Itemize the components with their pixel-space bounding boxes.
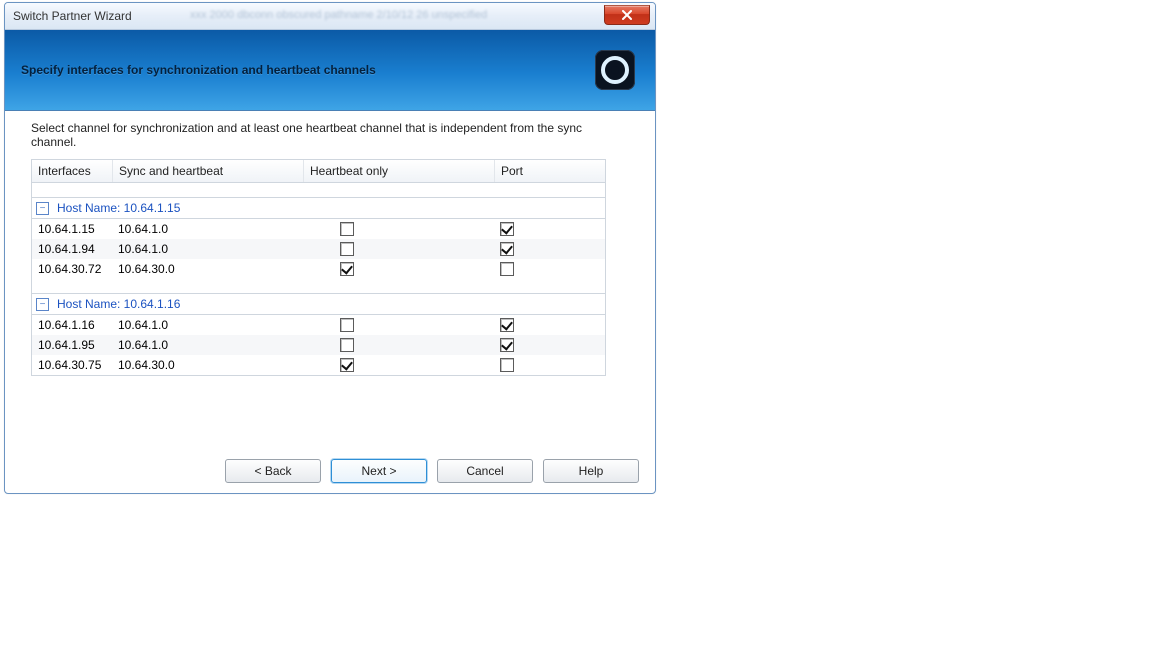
instruction-text: Select channel for synchronization and a… <box>31 121 629 149</box>
cell-port <box>492 335 605 355</box>
cell-interface: 10.64.30.75 <box>32 355 112 375</box>
cell-interface: 10.64.1.94 <box>32 239 112 259</box>
close-icon <box>621 10 633 20</box>
table-row: 10.64.1.16 10.64.1.0 <box>32 315 605 335</box>
content-area: Select channel for synchronization and a… <box>5 111 655 384</box>
header-band: Specify interfaces for synchronization a… <box>5 30 655 111</box>
cell-sync: 10.64.30.0 <box>112 355 302 375</box>
next-button[interactable]: Next > <box>331 459 427 483</box>
heartbeat-checkbox[interactable] <box>340 222 354 236</box>
app-icon <box>595 50 635 90</box>
heartbeat-checkbox[interactable] <box>340 358 354 372</box>
group-header[interactable]: − Host Name: 10.64.1.15 <box>32 197 605 219</box>
wizard-footer: < Back Next > Cancel Help <box>225 459 639 483</box>
help-button[interactable]: Help <box>543 459 639 483</box>
cell-heartbeat <box>302 355 492 375</box>
collapse-icon[interactable]: − <box>36 202 49 215</box>
port-checkbox[interactable] <box>500 242 514 256</box>
titlebar: Switch Partner Wizard xxx 2000 dbconn ob… <box>5 3 655 30</box>
col-port[interactable]: Port <box>495 160 605 182</box>
window-title: Switch Partner Wizard <box>5 9 132 23</box>
page-subtitle: Specify interfaces for synchronization a… <box>21 63 376 77</box>
table-row: 10.64.1.94 10.64.1.0 <box>32 239 605 259</box>
col-interfaces[interactable]: Interfaces <box>32 160 113 182</box>
col-sync[interactable]: Sync and heartbeat <box>113 160 304 182</box>
cell-interface: 10.64.1.95 <box>32 335 112 355</box>
cell-sync: 10.64.30.0 <box>112 259 302 279</box>
col-heartbeat[interactable]: Heartbeat only <box>304 160 495 182</box>
cell-heartbeat <box>302 239 492 259</box>
back-button[interactable]: < Back <box>225 459 321 483</box>
table-row: 10.64.30.72 10.64.30.0 <box>32 259 605 279</box>
cell-interface: 10.64.1.16 <box>32 315 112 335</box>
cell-sync: 10.64.1.0 <box>112 239 302 259</box>
spacer <box>32 279 605 293</box>
cell-interface: 10.64.1.15 <box>32 219 112 239</box>
cancel-button[interactable]: Cancel <box>437 459 533 483</box>
group-header[interactable]: − Host Name: 10.64.1.16 <box>32 293 605 315</box>
target-icon <box>600 55 630 85</box>
port-checkbox[interactable] <box>500 222 514 236</box>
wizard-window: Switch Partner Wizard xxx 2000 dbconn ob… <box>4 2 656 494</box>
collapse-icon[interactable]: − <box>36 298 49 311</box>
close-button[interactable] <box>604 5 650 25</box>
table-row: 10.64.1.15 10.64.1.0 <box>32 219 605 239</box>
table-row: 10.64.30.75 10.64.30.0 <box>32 355 605 375</box>
spacer <box>32 183 605 197</box>
cell-port <box>492 219 605 239</box>
table-header: Interfaces Sync and heartbeat Heartbeat … <box>32 160 605 183</box>
group-label: Host Name: 10.64.1.16 <box>57 297 180 311</box>
table-row: 10.64.1.95 10.64.1.0 <box>32 335 605 355</box>
cell-sync: 10.64.1.0 <box>112 315 302 335</box>
cell-heartbeat <box>302 219 492 239</box>
interfaces-table: Interfaces Sync and heartbeat Heartbeat … <box>31 159 606 376</box>
port-checkbox[interactable] <box>500 262 514 276</box>
heartbeat-checkbox[interactable] <box>340 262 354 276</box>
port-checkbox[interactable] <box>500 338 514 352</box>
cell-heartbeat <box>302 259 492 279</box>
port-checkbox[interactable] <box>500 318 514 332</box>
cell-interface: 10.64.30.72 <box>32 259 112 279</box>
group-label: Host Name: 10.64.1.15 <box>57 201 180 215</box>
cell-port <box>492 355 605 375</box>
cell-sync: 10.64.1.0 <box>112 335 302 355</box>
port-checkbox[interactable] <box>500 358 514 372</box>
cell-sync: 10.64.1.0 <box>112 219 302 239</box>
cell-heartbeat <box>302 315 492 335</box>
heartbeat-checkbox[interactable] <box>340 318 354 332</box>
titlebar-ghost-text: xxx 2000 dbconn obscured pathname 2/10/1… <box>190 9 487 21</box>
cell-port <box>492 315 605 335</box>
cell-heartbeat <box>302 335 492 355</box>
heartbeat-checkbox[interactable] <box>340 338 354 352</box>
cell-port <box>492 259 605 279</box>
cell-port <box>492 239 605 259</box>
heartbeat-checkbox[interactable] <box>340 242 354 256</box>
